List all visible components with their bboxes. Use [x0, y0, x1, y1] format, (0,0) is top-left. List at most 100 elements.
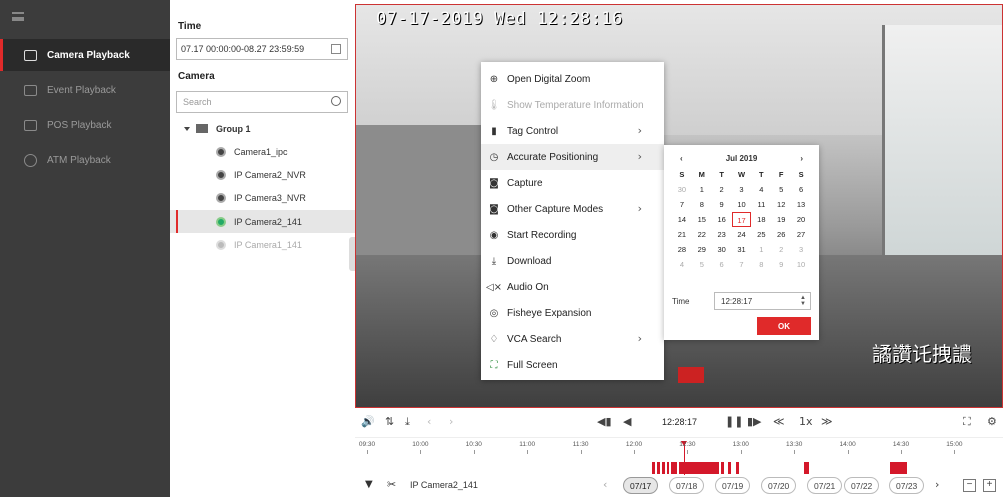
day-cell[interactable]: 6 [791, 182, 811, 197]
menu-item-accurate-positioning[interactable]: ◷ Accurate Positioning › [481, 144, 664, 170]
ok-button[interactable]: OK [757, 317, 811, 335]
nav-item-pos-playback[interactable]: POS Playback [0, 109, 170, 141]
day-cell[interactable]: 19 [771, 212, 791, 227]
recording-segment[interactable] [657, 462, 660, 474]
day-cell[interactable]: 8 [751, 257, 771, 272]
date-pill[interactable]: 07/22 [844, 477, 880, 494]
date-prev-button[interactable]: ‹ [603, 478, 607, 491]
date-pill[interactable]: 07/23 [889, 477, 925, 494]
day-cell[interactable]: 21 [672, 227, 692, 242]
date-pill-selected[interactable]: 07/17 [623, 477, 659, 494]
tree-group-row[interactable]: Group 1 [170, 117, 355, 140]
day-cell[interactable]: 16 [712, 212, 732, 227]
day-cell[interactable]: 29 [692, 242, 712, 257]
day-cell[interactable]: 22 [692, 227, 712, 242]
menu-item-audio-on[interactable]: ◁× Audio On [481, 274, 664, 300]
date-pill[interactable]: 07/20 [761, 477, 797, 494]
prev-icon[interactable]: ‹ [427, 415, 431, 428]
day-cell[interactable]: 28 [672, 242, 692, 257]
time-input[interactable]: 12:28:17 ▲ ▼ [714, 292, 811, 310]
slower-button[interactable]: ≪ [773, 415, 785, 428]
day-cell[interactable]: 2 [771, 242, 791, 257]
date-pill[interactable]: 07/18 [669, 477, 705, 494]
zoom-out-button[interactable]: − [963, 479, 976, 492]
filter-icon[interactable]: ▼ [365, 479, 373, 490]
day-cell[interactable]: 7 [672, 197, 692, 212]
menu-item-download[interactable]: ⤓ Download [481, 248, 664, 274]
gear-icon[interactable]: ⚙ [987, 415, 997, 428]
expand-icon[interactable]: ⛶ [963, 415, 971, 429]
day-cell[interactable]: 11 [751, 197, 771, 212]
menu-item-tag-control[interactable]: ▮ Tag Control › [481, 118, 664, 144]
search-icon[interactable] [331, 96, 341, 106]
menu-item-vca-search[interactable]: ♢ VCA Search › [481, 326, 664, 352]
day-cell-selected[interactable]: 17 [731, 212, 752, 227]
recording-segment[interactable] [721, 462, 724, 474]
prev-frame-button[interactable]: ◀▮ [597, 415, 612, 428]
date-next-button[interactable]: › [935, 478, 939, 491]
day-cell[interactable]: 5 [771, 182, 791, 197]
calendar-icon[interactable] [331, 44, 341, 54]
day-cell[interactable]: 13 [791, 197, 811, 212]
menu-item-capture[interactable]: ◙ Capture [481, 170, 664, 196]
recording-segment[interactable] [652, 462, 655, 474]
download-icon[interactable]: ⤓ [405, 415, 410, 429]
prev-month-button[interactable]: ‹ [680, 154, 683, 163]
recording-segment[interactable] [736, 462, 739, 474]
day-cell[interactable]: 27 [791, 227, 811, 242]
day-cell[interactable]: 3 [791, 242, 811, 257]
day-cell[interactable]: 20 [791, 212, 811, 227]
day-cell[interactable]: 26 [771, 227, 791, 242]
menu-item-open-digital-zoom[interactable]: ⊕ Open Digital Zoom [481, 66, 664, 92]
menu-icon[interactable] [12, 12, 24, 21]
time-range-field[interactable]: 07.17 00:00:00-08.27 23:59:59 [176, 38, 348, 60]
day-cell[interactable]: 12 [771, 197, 791, 212]
next-month-button[interactable]: › [800, 154, 803, 163]
day-cell[interactable]: 24 [732, 227, 752, 242]
tree-camera-row[interactable]: IP Camera1_141 [170, 233, 355, 256]
step-forward-button[interactable]: ▮▶ [747, 415, 762, 428]
day-cell[interactable]: 31 [732, 242, 752, 257]
nav-item-event-playback[interactable]: Event Playback [0, 74, 170, 106]
day-cell[interactable]: 25 [751, 227, 771, 242]
recording-segment[interactable] [662, 462, 665, 474]
recording-segment[interactable] [671, 462, 677, 474]
day-cell[interactable]: 1 [692, 182, 712, 197]
menu-item-start-recording[interactable]: ◉ Start Recording [481, 222, 664, 248]
menu-item-fisheye-expansion[interactable]: ◎ Fisheye Expansion [481, 300, 664, 326]
day-cell[interactable]: 1 [751, 242, 771, 257]
day-cell[interactable]: 14 [672, 212, 692, 227]
tree-camera-row[interactable]: IP Camera3_NVR [170, 186, 355, 209]
volume-icon[interactable]: 🔊 [361, 415, 375, 428]
recording-segment[interactable] [728, 462, 731, 474]
menu-item-full-screen[interactable]: ⛶ Full Screen [481, 352, 664, 378]
day-cell[interactable]: 6 [712, 257, 732, 272]
nav-item-atm-playback[interactable]: ATM Playback [0, 144, 170, 176]
day-cell[interactable]: 5 [692, 257, 712, 272]
search-input[interactable]: Search [176, 91, 348, 113]
zoom-in-button[interactable]: + [983, 479, 996, 492]
recording-segment[interactable] [890, 462, 907, 474]
day-cell[interactable]: 30 [712, 242, 732, 257]
day-cell[interactable]: 7 [732, 257, 752, 272]
day-cell[interactable]: 30 [672, 182, 692, 197]
recording-segment[interactable] [679, 462, 719, 474]
caret-down-icon[interactable] [184, 126, 190, 131]
next-icon[interactable]: › [449, 415, 453, 428]
day-cell[interactable]: 2 [712, 182, 732, 197]
day-cell[interactable]: 23 [712, 227, 732, 242]
recording-segment[interactable] [667, 462, 669, 474]
day-cell[interactable]: 3 [732, 182, 752, 197]
sync-icon[interactable]: ⇅ [385, 415, 394, 428]
recording-segment[interactable] [804, 462, 809, 474]
reverse-play-button[interactable]: ◀ [623, 415, 631, 428]
timeline[interactable]: 09:30 10:00 10:30 11:00 11:30 12:00 12:30 13:00… [355, 437, 1003, 476]
day-cell[interactable]: 8 [692, 197, 712, 212]
day-cell[interactable]: 15 [692, 212, 712, 227]
day-cell[interactable]: 9 [771, 257, 791, 272]
menu-item-other-capture-modes[interactable]: ◙ Other Capture Modes › [481, 196, 664, 222]
tree-camera-row-selected[interactable]: IP Camera2_141 [170, 210, 355, 233]
faster-button[interactable]: ≫ [821, 415, 833, 428]
day-cell[interactable]: 9 [712, 197, 732, 212]
tree-camera-row[interactable]: Camera1_ipc [170, 140, 355, 163]
